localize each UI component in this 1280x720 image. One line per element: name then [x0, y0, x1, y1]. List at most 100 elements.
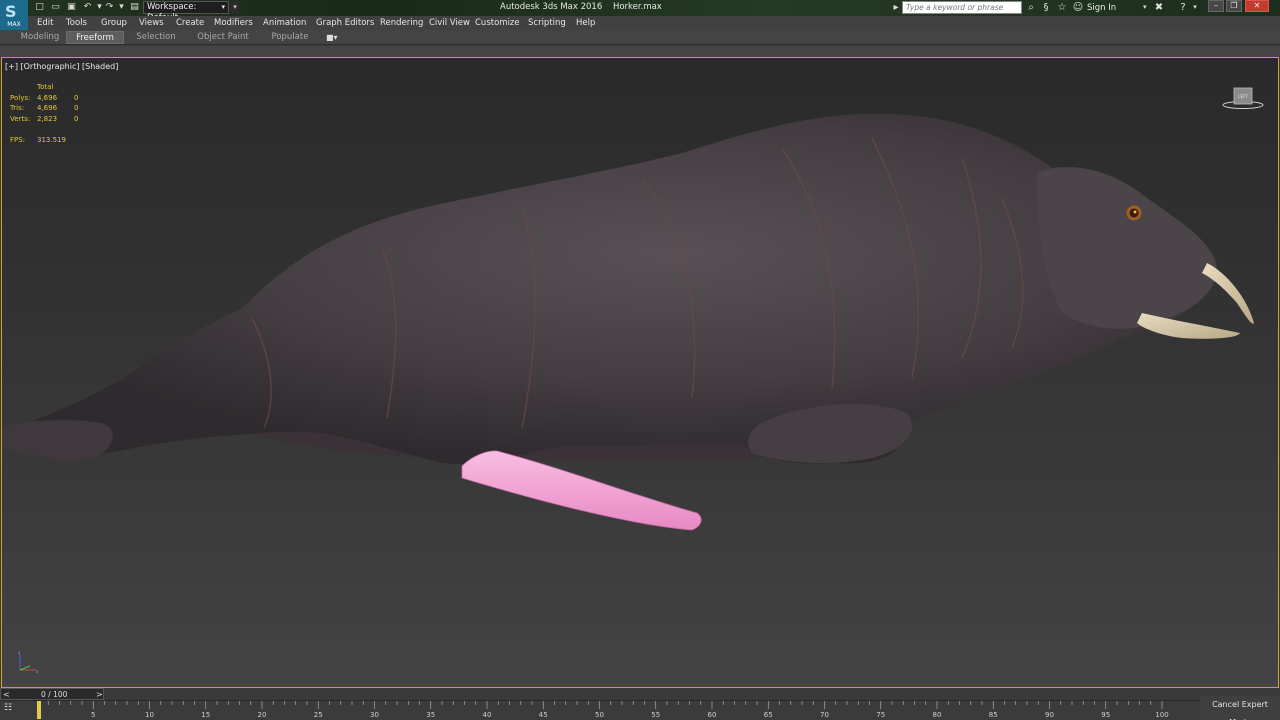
ribbon-panel [0, 46, 1280, 57]
menu-civil-view[interactable]: Civil View [429, 18, 470, 28]
walrus-rear-flipper [2, 420, 113, 460]
menu-bar: Edit Tools Group Views Create Modifiers … [28, 16, 1280, 30]
favorites-star-icon[interactable]: ☆ [1056, 1, 1068, 14]
pink-selected-object [461, 450, 702, 531]
frame-tick-label: 45 [538, 711, 548, 719]
subscription-icon[interactable]: § [1040, 1, 1052, 14]
title-bar: SMAX □ ▭ ▣ ↶ ▾ ↷ ▾ ▤ Workspace: Default … [0, 0, 1280, 30]
viewcube-face-label: LEFT [1238, 94, 1248, 99]
frame-tick-label: 25 [313, 711, 323, 719]
frame-tick-label: 30 [370, 711, 379, 719]
tab-freeform[interactable]: Freeform [66, 31, 124, 44]
mini-curve-editor-icon[interactable]: ☷ [4, 703, 22, 717]
stats-label: Verts: [10, 115, 31, 124]
menu-help[interactable]: Help [576, 18, 595, 28]
chevron-down-icon: ▾ [221, 3, 225, 11]
tab-modeling[interactable]: Modeling [16, 31, 64, 44]
viewport-label[interactable]: [+] [Orthographic] [Shaded] [5, 62, 118, 71]
menu-graph-editors[interactable]: Graph Editors [316, 18, 374, 28]
search-input[interactable]: Type a keyword or phrase [902, 1, 1022, 14]
frame-tick-label: 20 [257, 711, 267, 719]
walrus-eye-highlight [1133, 210, 1137, 214]
stats-selected: 0 [74, 104, 79, 113]
frame-tick-label: 60 [707, 711, 717, 719]
prev-frame-icon[interactable]: < [3, 689, 10, 700]
viewport-orthographic[interactable]: [+] [Orthographic] [Shaded] Total Polys:… [1, 57, 1279, 688]
viewcube-icon[interactable]: LEFT [1221, 86, 1265, 112]
menu-modifiers[interactable]: Modifiers [214, 18, 253, 28]
menu-group[interactable]: Group [101, 18, 127, 28]
frame-tick-label: 85 [988, 711, 998, 719]
open-file-icon[interactable]: ▭ [50, 2, 61, 13]
tab-populate[interactable]: Populate [264, 31, 316, 44]
menu-views[interactable]: Views [139, 18, 164, 28]
menu-tools[interactable]: Tools [66, 18, 87, 28]
infocenter-arrow-icon[interactable]: ▸ [890, 1, 902, 14]
next-frame-icon[interactable]: > [96, 689, 103, 700]
stats-label: Tris: [10, 104, 25, 113]
help-icon[interactable]: ? [1177, 1, 1189, 14]
ribbon-tabs: Modeling Freeform Selection Object Paint… [0, 30, 1280, 45]
stats-total: 4,696 [37, 93, 58, 102]
frame-tick-label: 5 [91, 711, 96, 719]
menu-animation[interactable]: Animation [263, 18, 306, 28]
menu-scripting[interactable]: Scripting [528, 18, 566, 28]
chevron-down-icon[interactable]: ▾ [1143, 3, 1147, 11]
svg-text:z: z [18, 650, 20, 655]
frame-tick-label: 65 [763, 711, 773, 719]
menu-create[interactable]: Create [176, 18, 204, 28]
file-name: Horker.max [612, 2, 662, 12]
binoculars-icon[interactable]: ⌕ [1025, 1, 1037, 14]
app-name: Autodesk 3ds Max 2016 [500, 2, 603, 12]
minimize-icon[interactable]: – [1208, 0, 1224, 12]
close-icon[interactable]: ✕ [1245, 0, 1269, 12]
menu-edit[interactable]: Edit [37, 18, 53, 28]
workspace-dropdown[interactable]: Workspace: Default ▾ [143, 1, 229, 23]
frame-tick-label: 90 [1045, 711, 1054, 719]
stats-selected: 0 [74, 93, 79, 102]
ribbon-options-icon[interactable]: ■▾ [326, 33, 338, 42]
time-slider-bar: < 0 / 100 > [0, 688, 1280, 700]
time-slider[interactable]: < 0 / 100 > [0, 688, 104, 700]
sign-in-link[interactable]: Sign In [1087, 3, 1116, 13]
fps-label: FPS: [10, 136, 26, 144]
frame-display: 0 / 100 [41, 690, 68, 699]
scene-render [2, 113, 1254, 531]
stats-total: 4,696 [37, 104, 58, 113]
menu-customize[interactable]: Customize [475, 18, 520, 28]
app-logo-icon[interactable]: S MAX [0, 0, 28, 30]
project-folder-icon[interactable]: ▤ [129, 2, 140, 13]
help-dropdown-icon[interactable]: ▾ [1189, 1, 1201, 14]
frame-tick-label: 50 [595, 711, 604, 719]
undo-icon[interactable]: ↶ [82, 2, 93, 13]
stats-selected: 0 [74, 115, 79, 124]
stats-total: 2,823 [37, 115, 58, 124]
fps-readout: FPS: 313.519 [10, 136, 66, 144]
frame-tick-label: 75 [876, 711, 886, 719]
redo-icon[interactable]: ↷ [104, 2, 115, 13]
customize-quickaccess-icon[interactable]: ▾ [231, 1, 239, 14]
walrus-body [7, 113, 1218, 465]
current-frame-marker[interactable] [37, 701, 41, 719]
frame-tick-label: 100 [1155, 711, 1169, 719]
frame-tick-label: 10 [145, 711, 154, 719]
tab-object-paint[interactable]: Object Paint [192, 31, 254, 44]
restore-icon[interactable]: ❐ [1226, 0, 1242, 12]
new-file-icon[interactable]: □ [34, 2, 45, 13]
walrus-tusk-lower [1137, 313, 1240, 339]
frame-tick-label: 40 [482, 711, 492, 719]
window-title: Autodesk 3ds Max 2016 Horker.max [500, 2, 670, 12]
frame-tick-label: 35 [426, 711, 436, 719]
user-icon[interactable]: ☺ [1072, 1, 1084, 14]
fps-value: 313.519 [37, 136, 66, 144]
menu-rendering[interactable]: Rendering [380, 18, 423, 28]
save-icon[interactable]: ▣ [66, 2, 77, 13]
exchange-apps-icon[interactable]: ✖ [1153, 1, 1165, 14]
redo-dropdown-icon[interactable]: ▾ [116, 2, 127, 13]
cancel-expert-mode-button[interactable]: Cancel Expert Mode [1200, 696, 1280, 720]
track-bar[interactable]: ☷ 5 10 15 20 25 30 35 40 45 50 55 60 65 70 75 80 85 90 95 1… [0, 700, 1200, 720]
stats-header: Total [37, 83, 54, 91]
frame-tick-label: 70 [820, 711, 829, 719]
tab-selection[interactable]: Selection [130, 31, 182, 44]
axis-tripod-icon: z x [18, 650, 39, 674]
